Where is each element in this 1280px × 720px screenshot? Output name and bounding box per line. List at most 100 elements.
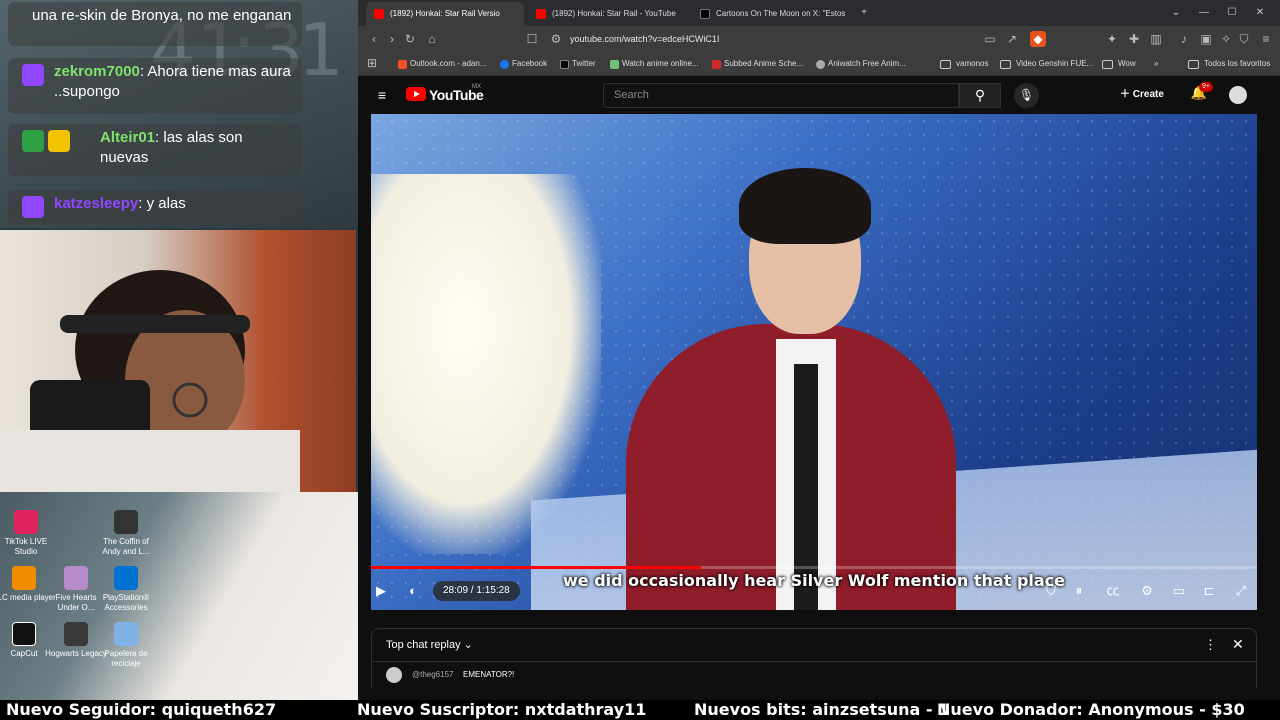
player-controls: ▶ ◐ 28:09 / 1:15:28 ⛉ ⏸ ㏄ ⚙ ▭ ⊏ ⤢ — [371, 572, 1257, 610]
apps-grid-icon[interactable]: ⊞ — [364, 55, 380, 71]
desktop-icon[interactable]: The Coffin of Andy and L... — [94, 510, 158, 557]
music-icon[interactable]: ♪ — [1176, 31, 1192, 47]
forward-icon[interactable]: › — [384, 31, 400, 47]
bookmark-outlook[interactable]: Outlook.com - adan... — [398, 56, 486, 72]
facebook-icon — [500, 60, 509, 69]
desktop-icon[interactable]: Papelera de reciclaje — [94, 622, 158, 669]
new-tab-icon[interactable]: + — [856, 5, 872, 21]
browser-window: (1892) Honkai: Star Rail Versio (1892) H… — [358, 0, 1280, 688]
browser-toolbar: ‹ › ↻ ⌂ ☐ ⚙ youtube.com/watch?v=edceHCWi… — [358, 26, 1280, 52]
sidebar-icon[interactable]: ▥ — [1148, 31, 1164, 47]
tab-youtube-active[interactable]: (1892) Honkai: Star Rail Versio — [366, 2, 524, 26]
play-icon[interactable]: ▶ — [371, 581, 391, 601]
tab-youtube[interactable]: (1892) Honkai: Star Rail - YouTube — [528, 2, 688, 26]
search-button[interactable]: ⚲ — [959, 83, 1001, 108]
webcam-person-image — [0, 270, 300, 492]
autoplay-icon[interactable]: ⛉ — [1041, 581, 1061, 601]
plus-icon: ＋ — [1120, 89, 1133, 100]
folder-icon — [1188, 60, 1199, 69]
tiktok-icon — [14, 510, 38, 534]
folder-icon — [1102, 60, 1113, 69]
volume-icon[interactable]: ◐ — [403, 581, 423, 601]
address-bar[interactable]: youtube.com/watch?v=edceHCWiC1I — [570, 31, 719, 47]
share-icon[interactable]: ↗ — [1004, 31, 1020, 47]
chat-username: Alteir01 — [100, 129, 156, 146]
tab-list-icon[interactable]: ⌄ — [1168, 5, 1184, 21]
recycle-bin-icon — [114, 622, 138, 646]
chat-message-text: EMENATOR?! — [463, 670, 515, 679]
chat-mode-dropdown[interactable]: Top chat replay ⌄ — [386, 638, 473, 651]
aniwatch-icon — [816, 60, 825, 69]
wallet-icon[interactable]: ▣ — [1198, 31, 1214, 47]
youtube-favicon-icon — [536, 9, 546, 19]
twitch-badge-icon — [22, 196, 44, 218]
home-icon[interactable]: ⌂ — [424, 31, 440, 47]
brave-shield-icon[interactable]: ◆ — [1030, 31, 1046, 47]
bookmark-subbed-anime[interactable]: Subbed Anime Sche... — [712, 56, 803, 72]
chat-avatar — [386, 667, 402, 683]
new-subscriber-alert: Nuevo Suscriptor: nxtdathray11 — [357, 700, 647, 719]
close-icon[interactable]: ✕ — [1252, 5, 1268, 21]
bookmark-watch-anime[interactable]: Watch anime online... — [610, 56, 699, 72]
vpn-icon[interactable]: ⛉ — [1236, 31, 1252, 47]
badge-icon — [22, 130, 44, 152]
video-person-hair — [739, 168, 871, 244]
chat-author: @theg6157 — [412, 670, 454, 679]
close-chat-icon[interactable]: ✕ — [1232, 636, 1244, 653]
settings-gear-icon[interactable]: ⚙ — [1137, 581, 1157, 601]
time-display: 28:09 / 1:15:28 — [433, 581, 520, 601]
desktop-icon[interactable]: PlayStation® Accessories — [94, 566, 158, 613]
reload-icon[interactable]: ↻ — [402, 31, 418, 47]
notification-badge: 9+ — [1199, 82, 1213, 92]
desktop-icon[interactable]: TikTok LIVE Studio — [0, 510, 58, 557]
tab-x[interactable]: Cartoons On The Moon on X: "Estos — [692, 2, 852, 26]
bookmark-folder-vamonos[interactable]: vamonos — [940, 56, 988, 72]
search-input[interactable]: Search — [603, 83, 959, 108]
pause-autoplay-icon[interactable]: ⏸ — [1069, 581, 1089, 601]
site-info-icon[interactable]: ⚙ — [548, 31, 564, 47]
chat-text: : y alas — [138, 195, 186, 212]
captions-icon[interactable]: ㏄ — [1103, 581, 1123, 601]
folder-icon — [940, 60, 951, 69]
region-code: MX — [472, 84, 481, 90]
bookmark-folder-all[interactable]: Todos los favoritos — [1188, 56, 1270, 72]
fullscreen-icon[interactable]: ⤢ — [1231, 581, 1251, 601]
badge-icon — [48, 130, 70, 152]
bookmark-folder-genshin[interactable]: Video Genshin FUE... — [1000, 56, 1093, 72]
cast-icon[interactable]: ⊏ — [1199, 581, 1219, 601]
game-icon — [64, 566, 88, 590]
x-icon — [560, 60, 569, 69]
menu-icon[interactable]: ≡ — [1258, 31, 1274, 47]
miniplayer-icon[interactable]: ▭ — [1169, 581, 1189, 601]
chat-username: katzesleepy — [54, 195, 139, 212]
more-options-icon[interactable]: ⋮ — [1204, 637, 1217, 653]
stream-overlay: 4 1 : 3 1 una re-skin de Bronya, no me e… — [0, 0, 358, 700]
install-icon[interactable]: ▭ — [982, 31, 998, 47]
puzzle-icon[interactable]: ✚ — [1126, 31, 1142, 47]
webcam-feed — [0, 230, 356, 492]
new-donation-alert: Nuevo Donador: Anonymous - $30 — [937, 700, 1245, 719]
stream-chat-message: Alteir01: las alas son nuevas — [8, 124, 302, 176]
bookmarks-overflow-button[interactable]: » — [1154, 56, 1158, 72]
maximize-icon[interactable]: ☐ — [1224, 5, 1240, 21]
bookmark-icon[interactable]: ☐ — [524, 31, 540, 47]
minimize-icon[interactable]: — — [1196, 5, 1212, 21]
bookmark-twitter[interactable]: Twitter — [560, 56, 596, 72]
hamburger-menu-icon[interactable]: ≡ — [374, 87, 390, 103]
avatar[interactable] — [1229, 86, 1247, 104]
voice-search-button[interactable]: 🎙 — [1014, 83, 1039, 108]
progress-bar[interactable] — [371, 566, 1257, 569]
x-favicon-icon — [700, 9, 710, 19]
twitch-badge-icon — [22, 64, 44, 86]
youtube-logo-icon[interactable] — [406, 87, 426, 101]
search-icon: ⚲ — [974, 87, 986, 103]
bookmark-facebook[interactable]: Facebook — [500, 56, 547, 72]
create-button[interactable]: ＋ Create — [1120, 85, 1164, 105]
progress-bar-fill — [371, 566, 702, 569]
bookmark-folder-wow[interactable]: Wow — [1102, 56, 1136, 72]
leo-icon[interactable]: ✧ — [1218, 31, 1234, 47]
back-icon[interactable]: ‹ — [366, 31, 382, 47]
extension-icon[interactable]: ✦ — [1104, 31, 1120, 47]
video-player[interactable]: we did occasionally hear Silver Wolf men… — [371, 114, 1257, 610]
bookmark-aniwatch[interactable]: Aniwatch Free Anim... — [816, 56, 906, 72]
